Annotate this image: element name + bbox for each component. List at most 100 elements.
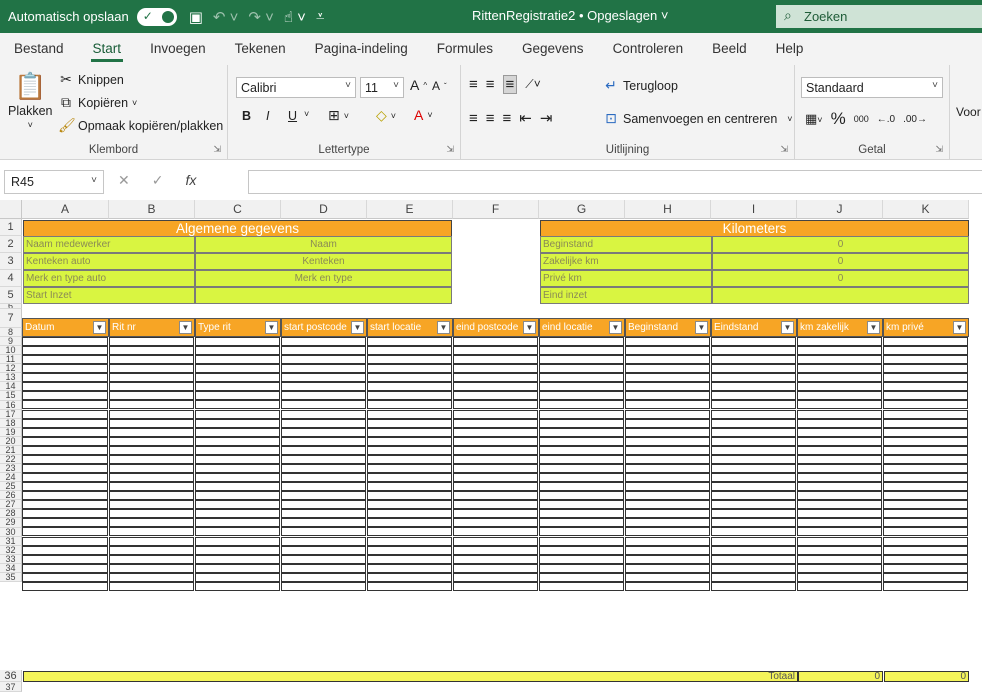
table-cell[interactable] (281, 500, 366, 510)
general-label-5[interactable]: Start Inzet (23, 287, 195, 304)
table-cell[interactable] (195, 491, 280, 501)
tab-pagina-indeling[interactable]: Pagina-indeling (315, 33, 408, 65)
thousands-button[interactable]: 000 (854, 114, 869, 124)
table-cell[interactable] (711, 518, 796, 528)
table-cell[interactable] (883, 518, 968, 528)
row-header-14[interactable]: 14 (0, 382, 22, 392)
row-header-35[interactable]: 35 (0, 572, 22, 582)
table-cell[interactable] (625, 482, 710, 492)
table-cell[interactable] (281, 545, 366, 555)
table-cell[interactable] (625, 373, 710, 383)
table-cell[interactable] (883, 536, 968, 546)
row-header-2[interactable]: 2 (0, 236, 22, 253)
table-header-1[interactable]: Datum ▼ (22, 318, 109, 337)
filter-dropdown-icon[interactable]: ▼ (523, 321, 536, 334)
table-cell[interactable] (453, 373, 538, 383)
table-cell[interactable] (453, 509, 538, 519)
table-cell[interactable] (195, 500, 280, 510)
table-cell[interactable] (625, 473, 710, 483)
table-cell[interactable] (22, 409, 108, 419)
table-cell[interactable] (367, 463, 452, 473)
table-cell[interactable] (281, 445, 366, 455)
underline-button[interactable]: U (288, 109, 297, 123)
increase-decimal-icon[interactable]: ←.0 (877, 114, 895, 125)
total-km-prive[interactable]: 0 (884, 671, 969, 682)
table-cell[interactable] (22, 427, 108, 437)
table-cell[interactable] (883, 554, 968, 564)
table-cell[interactable] (453, 436, 538, 446)
table-cell[interactable] (539, 482, 624, 492)
font-name-combo[interactable]: Calibri ˅ (236, 77, 356, 98)
table-cell[interactable] (883, 473, 968, 483)
table-cell[interactable] (453, 536, 538, 546)
table-cell[interactable] (625, 400, 710, 410)
table-cell[interactable] (109, 509, 194, 519)
row-header-13[interactable]: 13 (0, 373, 22, 383)
table-cell[interactable] (453, 491, 538, 501)
table-cell[interactable] (22, 491, 108, 501)
table-cell[interactable] (281, 409, 366, 419)
bold-button[interactable]: B (242, 109, 251, 123)
table-cell[interactable] (195, 563, 280, 573)
table-cell[interactable] (22, 346, 108, 356)
filter-dropdown-icon[interactable]: ▼ (437, 321, 450, 334)
table-cell[interactable] (22, 500, 108, 510)
table-cell[interactable] (281, 581, 366, 591)
table-header-11[interactable]: km privé ▼ (883, 318, 969, 337)
table-cell[interactable] (539, 382, 624, 392)
table-cell[interactable] (281, 491, 366, 501)
table-cell[interactable] (797, 500, 882, 510)
table-cell[interactable] (367, 473, 452, 483)
table-cell[interactable] (883, 373, 968, 383)
table-cell[interactable] (195, 418, 280, 428)
table-cell[interactable] (797, 563, 882, 573)
table-cell[interactable] (367, 418, 452, 428)
table-cell[interactable] (195, 346, 280, 356)
table-cell[interactable] (625, 445, 710, 455)
table-cell[interactable] (711, 500, 796, 510)
table-cell[interactable] (22, 418, 108, 428)
table-cell[interactable] (22, 482, 108, 492)
row-header-20[interactable]: 20 (0, 436, 22, 446)
table-cell[interactable] (797, 409, 882, 419)
table-cell[interactable] (883, 500, 968, 510)
italic-button[interactable]: I (266, 109, 269, 123)
table-cell[interactable] (109, 436, 194, 446)
align-top-icon[interactable]: ≡ (469, 76, 478, 93)
tab-beeld[interactable]: Beeld (712, 33, 747, 65)
km-value-2[interactable]: 0 (712, 236, 969, 253)
wrap-text-button[interactable]: ↵ Terugloop (603, 77, 678, 94)
column-header-c[interactable]: C (195, 200, 281, 219)
column-header-a[interactable]: A (22, 200, 109, 219)
filter-dropdown-icon[interactable]: ▼ (781, 321, 794, 334)
table-cell[interactable] (711, 445, 796, 455)
table-cell[interactable] (453, 454, 538, 464)
table-cell[interactable] (281, 436, 366, 446)
table-cell[interactable] (539, 563, 624, 573)
table-cell[interactable] (453, 364, 538, 374)
table-cell[interactable] (22, 364, 108, 374)
table-cell[interactable] (195, 427, 280, 437)
table-cell[interactable] (281, 518, 366, 528)
table-cell[interactable] (711, 409, 796, 419)
table-cell[interactable] (367, 355, 452, 365)
table-cell[interactable] (109, 545, 194, 555)
table-cell[interactable] (797, 373, 882, 383)
row-header-11[interactable]: 11 (0, 355, 22, 365)
table-cell[interactable] (109, 463, 194, 473)
table-cell[interactable] (453, 527, 538, 537)
km-label-4[interactable]: Privé km (540, 270, 712, 287)
borders-icon[interactable]: ⊞ ˅ (328, 107, 349, 124)
row-header-27[interactable]: 27 (0, 500, 22, 510)
table-cell[interactable] (883, 527, 968, 537)
table-cell[interactable] (625, 536, 710, 546)
table-cell[interactable] (22, 581, 108, 591)
table-cell[interactable] (22, 536, 108, 546)
table-cell[interactable] (195, 463, 280, 473)
table-cell[interactable] (367, 527, 452, 537)
table-cell[interactable] (625, 527, 710, 537)
table-cell[interactable] (281, 473, 366, 483)
table-cell[interactable] (109, 391, 194, 401)
column-header-h[interactable]: H (625, 200, 711, 219)
horizontal-align-buttons[interactable]: ≡ ≡ ≡ ⇤ ⇥ (469, 109, 552, 128)
